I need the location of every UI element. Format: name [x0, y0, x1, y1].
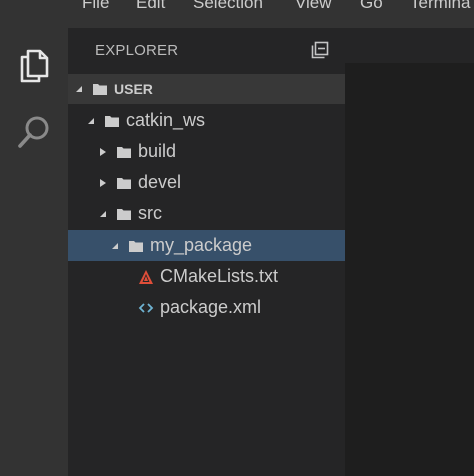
collapse-all-icon[interactable] — [310, 40, 330, 60]
editor-tab-bar — [345, 28, 474, 63]
files-icon[interactable] — [0, 42, 68, 90]
tree-item-build[interactable]: build — [68, 136, 345, 167]
tree-item-label: CMakeLists.txt — [160, 266, 279, 286]
tree-item-label: package.xml — [160, 297, 262, 317]
tree-item-label: src — [138, 203, 162, 223]
menu-selection[interactable]: Selection — [193, 0, 263, 13]
chevron-down-icon — [110, 240, 120, 252]
tree-item-package-xml[interactable]: package.xml — [68, 292, 345, 323]
menu-edit[interactable]: Edit — [136, 0, 165, 13]
chevron-right-icon — [98, 146, 108, 158]
menu-bar: File Edit Selection View Go Termina — [0, 0, 474, 28]
explorer-sidebar: EXPLORER USER catkin_ws build devel src … — [68, 28, 345, 476]
explorer-title: EXPLORER — [95, 42, 179, 59]
tree-item-catkin-ws[interactable]: catkin_ws — [68, 105, 345, 136]
folder-icon — [117, 177, 131, 189]
folder-icon — [117, 146, 131, 158]
tree-item-my-package[interactable]: my_package — [68, 230, 345, 261]
folder-icon — [117, 208, 131, 220]
cmake-icon — [138, 269, 154, 285]
vscode-window: File Edit Selection View Go Termina EXPL… — [0, 0, 474, 476]
tree-item-label: devel — [138, 172, 182, 192]
tree-item-label: build — [138, 141, 177, 161]
tree-item-label: my_package — [150, 235, 253, 255]
search-icon[interactable] — [0, 108, 68, 156]
editor-area[interactable] — [345, 28, 474, 476]
activity-bar — [0, 28, 68, 476]
folder-icon — [93, 84, 107, 95]
tree-item-label: catkin_ws — [126, 110, 206, 130]
menu-view[interactable]: View — [295, 0, 332, 13]
chevron-down-icon — [86, 115, 96, 127]
tree-item-devel[interactable]: devel — [68, 167, 345, 198]
chevron-down-icon — [98, 208, 108, 220]
xml-icon — [138, 300, 154, 316]
chevron-right-icon — [98, 177, 108, 189]
menu-terminal[interactable]: Termina — [410, 0, 470, 13]
explorer-section-user[interactable]: USER — [68, 74, 345, 104]
chevron-down-icon — [74, 83, 84, 95]
tree-item-src[interactable]: src — [68, 198, 345, 229]
menu-go[interactable]: Go — [360, 0, 383, 13]
folder-icon — [129, 240, 143, 252]
tree-item-cmakelists[interactable]: CMakeLists.txt — [68, 261, 345, 292]
folder-icon — [105, 115, 119, 127]
menu-file[interactable]: File — [82, 0, 109, 13]
section-label: USER — [114, 81, 153, 97]
